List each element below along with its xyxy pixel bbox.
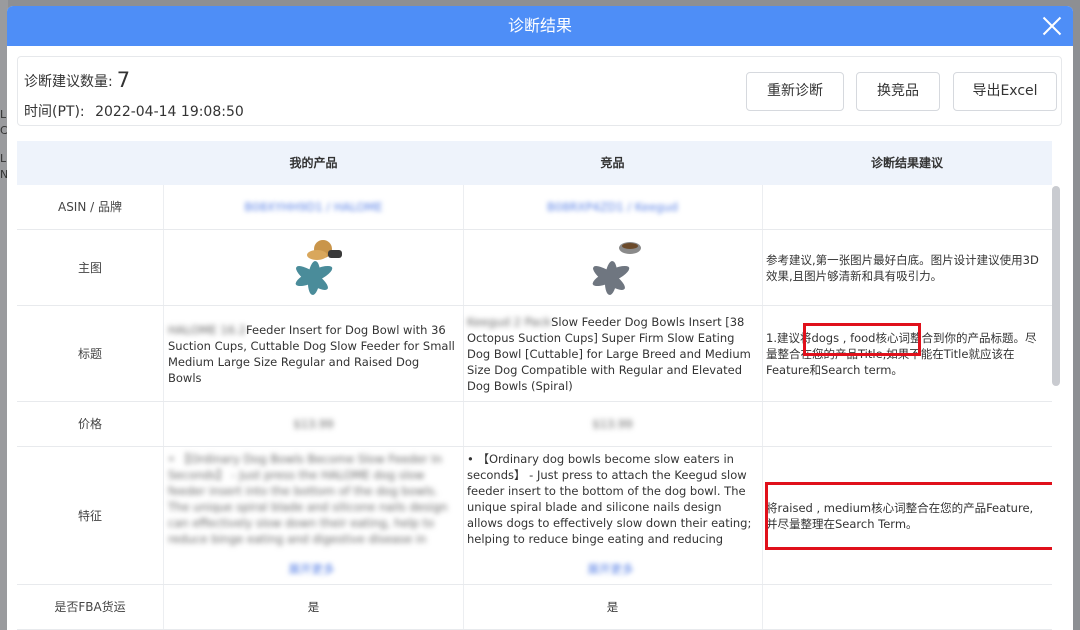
diagnosis-time: 时间(PT): 2022-04-14 19:08:50 <box>24 104 244 120</box>
diagnosis-table: 我的产品 竞品 诊断结果建议 ASIN / 品牌 B08XYHH9D1 / HA… <box>17 141 1052 630</box>
table-scrollbar[interactable] <box>1052 186 1060 386</box>
suggestion-count: 诊断建议数量: 7 <box>24 68 131 92</box>
competitor-asin-brand[interactable]: B08RXP4ZD1 / Keegud <box>547 199 678 215</box>
my-fba: 是 <box>307 600 320 614</box>
header-my-product: 我的产品 <box>289 156 338 170</box>
row-label-price: 价格 <box>17 402 164 446</box>
image-advice: 参考建议,第一张图片最好白底。图片设计建议使用3D效果,且图片够清新和具有吸引力… <box>766 252 1039 283</box>
change-competitor-button[interactable]: 换竞品 <box>856 72 940 111</box>
header-competitor: 竞品 <box>600 156 625 170</box>
row-label-image: 主图 <box>17 230 164 305</box>
row-label-asin: ASIN / 品牌 <box>17 185 164 229</box>
header-advice: 诊断结果建议 <box>870 156 943 170</box>
title-keyword-highlight <box>803 323 921 356</box>
my-asin-brand[interactable]: B08XYHH9D1 / HALOME <box>244 199 382 215</box>
diagnosis-summary: 诊断建议数量: 7 时间(PT): 2022-04-14 19:08:50 重新诊… <box>17 56 1062 126</box>
table-row-image: 主图 参考建议,第一张图片最好白底。图片设计建议使用3D效果,且图片够清新和具有… <box>17 230 1052 306</box>
diagnosis-modal: 诊断结果 诊断建议数量: 7 时间(PT): 2022-04-14 19:08:5… <box>7 6 1073 630</box>
competitor-feature-expand-link[interactable]: 展开更多 <box>467 561 754 577</box>
my-product-image[interactable] <box>279 236 349 300</box>
my-product-feature: • 【Ordinary Dog Bowls Become Slow Feeder… <box>164 447 459 584</box>
feature-advice-highlight <box>765 482 1052 550</box>
modal-title: 诊断结果 <box>507 16 572 35</box>
competitor-feature: • 【Ordinary dog bowls become slow eaters… <box>463 447 758 584</box>
close-icon[interactable] <box>1041 15 1063 37</box>
suggestion-count-value: 7 <box>116 68 131 92</box>
competitor-price: $13.99 <box>592 417 633 431</box>
row-label-feature: 特征 <box>17 447 164 584</box>
table-row-price: 价格 $13.99 $13.99 <box>17 402 1052 447</box>
my-feature-expand-link[interactable]: 展开更多 <box>168 561 455 577</box>
my-price: $13.99 <box>293 417 334 431</box>
table-row-fba: 是否FBA货运 是 是 <box>17 585 1052 630</box>
my-product-title: HALOME 16.2Feeder Insert for Dog Bowl wi… <box>168 322 455 385</box>
rediagnose-button[interactable]: 重新诊断 <box>746 72 844 111</box>
table-row-asin: ASIN / 品牌 B08XYHH9D1 / HALOME B08RXP4ZD1… <box>17 185 1052 230</box>
competitor-fba: 是 <box>606 600 619 614</box>
modal-header: 诊断结果 <box>7 6 1073 46</box>
table-header: 我的产品 竞品 诊断结果建议 <box>17 141 1052 185</box>
competitor-title: Keegud 2 PackSlow Feeder Dog Bowls Inser… <box>467 314 751 393</box>
row-label-fba: 是否FBA货运 <box>17 585 164 629</box>
export-excel-button[interactable]: 导出Excel <box>953 72 1057 111</box>
diagnosis-time-value: 2022-04-14 19:08:50 <box>95 104 244 120</box>
row-label-title: 标题 <box>17 306 164 401</box>
competitor-product-image[interactable] <box>578 236 648 300</box>
